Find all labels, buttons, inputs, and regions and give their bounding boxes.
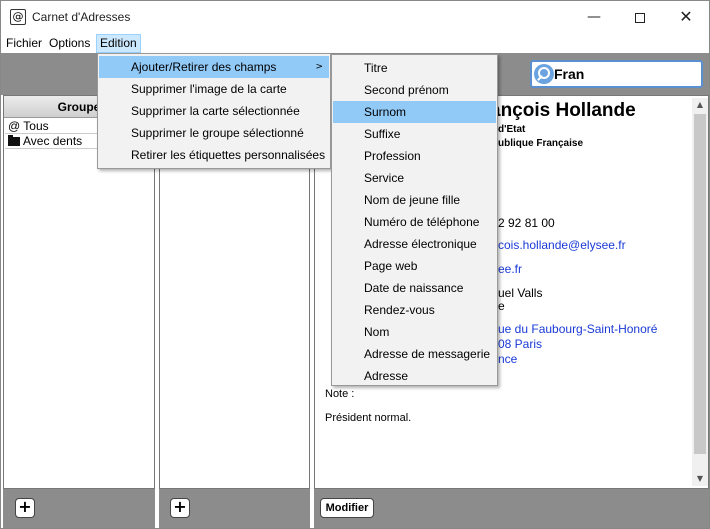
scrollbar-thumb[interactable]: [694, 114, 706, 454]
submenu-item-nom-jeune-fille[interactable]: Nom de jeune fille: [333, 189, 496, 211]
contact-name: ançois Hollande: [490, 100, 636, 121]
submenu-item-service[interactable]: Service: [333, 167, 496, 189]
search-input[interactable]: [554, 63, 699, 85]
submenu-item-surnom[interactable]: Surnom: [333, 101, 496, 123]
menu-fichier[interactable]: Fichier: [3, 34, 45, 53]
contact-web-link[interactable]: ee.fr: [498, 262, 522, 276]
contact-title: d'Etat: [498, 124, 526, 135]
app-window: @ Carnet d'Adresses — ✕ Fichier Options …: [0, 0, 710, 529]
groups-footer: +: [3, 489, 155, 528]
contact-related-name: uel Valls: [498, 286, 543, 300]
search-box[interactable]: [530, 60, 703, 88]
group-label: @ Tous: [8, 119, 49, 133]
group-label: Avec dents: [23, 134, 83, 148]
fields-submenu: Titre Second prénom Surnom Suffixe Profe…: [331, 54, 498, 386]
note-label: Note :: [325, 388, 355, 400]
submenu-item-messagerie[interactable]: Adresse de messagerie: [333, 343, 496, 365]
menu-item-delete-group[interactable]: Supprimer le groupe sélectionné: [99, 122, 329, 144]
submenu-item-page-web[interactable]: Page web: [333, 255, 496, 277]
address-book-icon: @: [10, 9, 26, 25]
edition-menu: Ajouter/Retirer des champs > Supprimer l…: [97, 53, 331, 169]
submenu-item-date-naissance[interactable]: Date de naissance: [333, 277, 496, 299]
contact-related-label: e: [498, 299, 505, 313]
contact-phone: 2 92 81 00: [498, 216, 555, 230]
menu-item-add-remove-fields[interactable]: Ajouter/Retirer des champs >: [99, 56, 329, 78]
submenu-item-email[interactable]: Adresse électronique: [333, 233, 496, 255]
note-text: Président normal.: [325, 412, 412, 424]
maximize-button[interactable]: [617, 1, 663, 33]
submenu-item-adresse[interactable]: Adresse: [333, 365, 496, 387]
menu-item-remove-custom-labels[interactable]: Retirer les étiquettes personnalisées: [99, 144, 329, 166]
submenu-item-profession[interactable]: Profession: [333, 145, 496, 167]
contact-email-link[interactable]: cois.hollande@elysee.fr: [498, 238, 626, 252]
search-icon[interactable]: [534, 64, 554, 84]
menu-item-label: Ajouter/Retirer des champs: [131, 60, 277, 74]
contact-organization: ublique Française: [498, 138, 584, 149]
cards-footer: +: [159, 489, 310, 528]
minimize-button[interactable]: —: [571, 1, 617, 33]
scroll-down-icon[interactable]: ▼: [692, 472, 708, 486]
menu-item-remove-card-image[interactable]: Supprimer l'image de la carte: [99, 78, 329, 100]
submenu-item-titre[interactable]: Titre: [333, 57, 496, 79]
contact-address-line[interactable]: nce: [498, 352, 517, 366]
add-group-button[interactable]: +: [15, 498, 35, 518]
folder-icon: [8, 135, 20, 146]
close-button[interactable]: ✕: [663, 1, 709, 33]
add-card-button[interactable]: +: [170, 498, 190, 518]
menu-options[interactable]: Options: [46, 34, 93, 53]
contact-address-line[interactable]: ue du Faubourg-Saint-Honoré: [498, 322, 657, 336]
maximize-icon: [635, 12, 645, 23]
submenu-item-nom[interactable]: Nom: [333, 321, 496, 343]
modify-button[interactable]: Modifier: [320, 498, 374, 518]
title-bar[interactable]: @ Carnet d'Adresses — ✕: [1, 1, 709, 33]
detail-footer: Modifier: [314, 489, 709, 528]
vertical-scrollbar[interactable]: ▲ ▼: [692, 98, 708, 486]
submenu-item-suffixe[interactable]: Suffixe: [333, 123, 496, 145]
contact-address-line[interactable]: 08 Paris: [498, 337, 542, 351]
window-title: Carnet d'Adresses: [32, 10, 131, 24]
menu-item-delete-card[interactable]: Supprimer la carte sélectionnée: [99, 100, 329, 122]
menu-bar: Fichier Options Edition: [1, 33, 709, 53]
scroll-up-icon[interactable]: ▲: [692, 98, 708, 112]
submenu-item-rendez-vous[interactable]: Rendez-vous: [333, 299, 496, 321]
menu-edition[interactable]: Edition: [96, 34, 141, 53]
submenu-item-second-prenom[interactable]: Second prénom: [333, 79, 496, 101]
submenu-arrow-icon: >: [315, 62, 323, 72]
submenu-item-telephone[interactable]: Numéro de téléphone: [333, 211, 496, 233]
